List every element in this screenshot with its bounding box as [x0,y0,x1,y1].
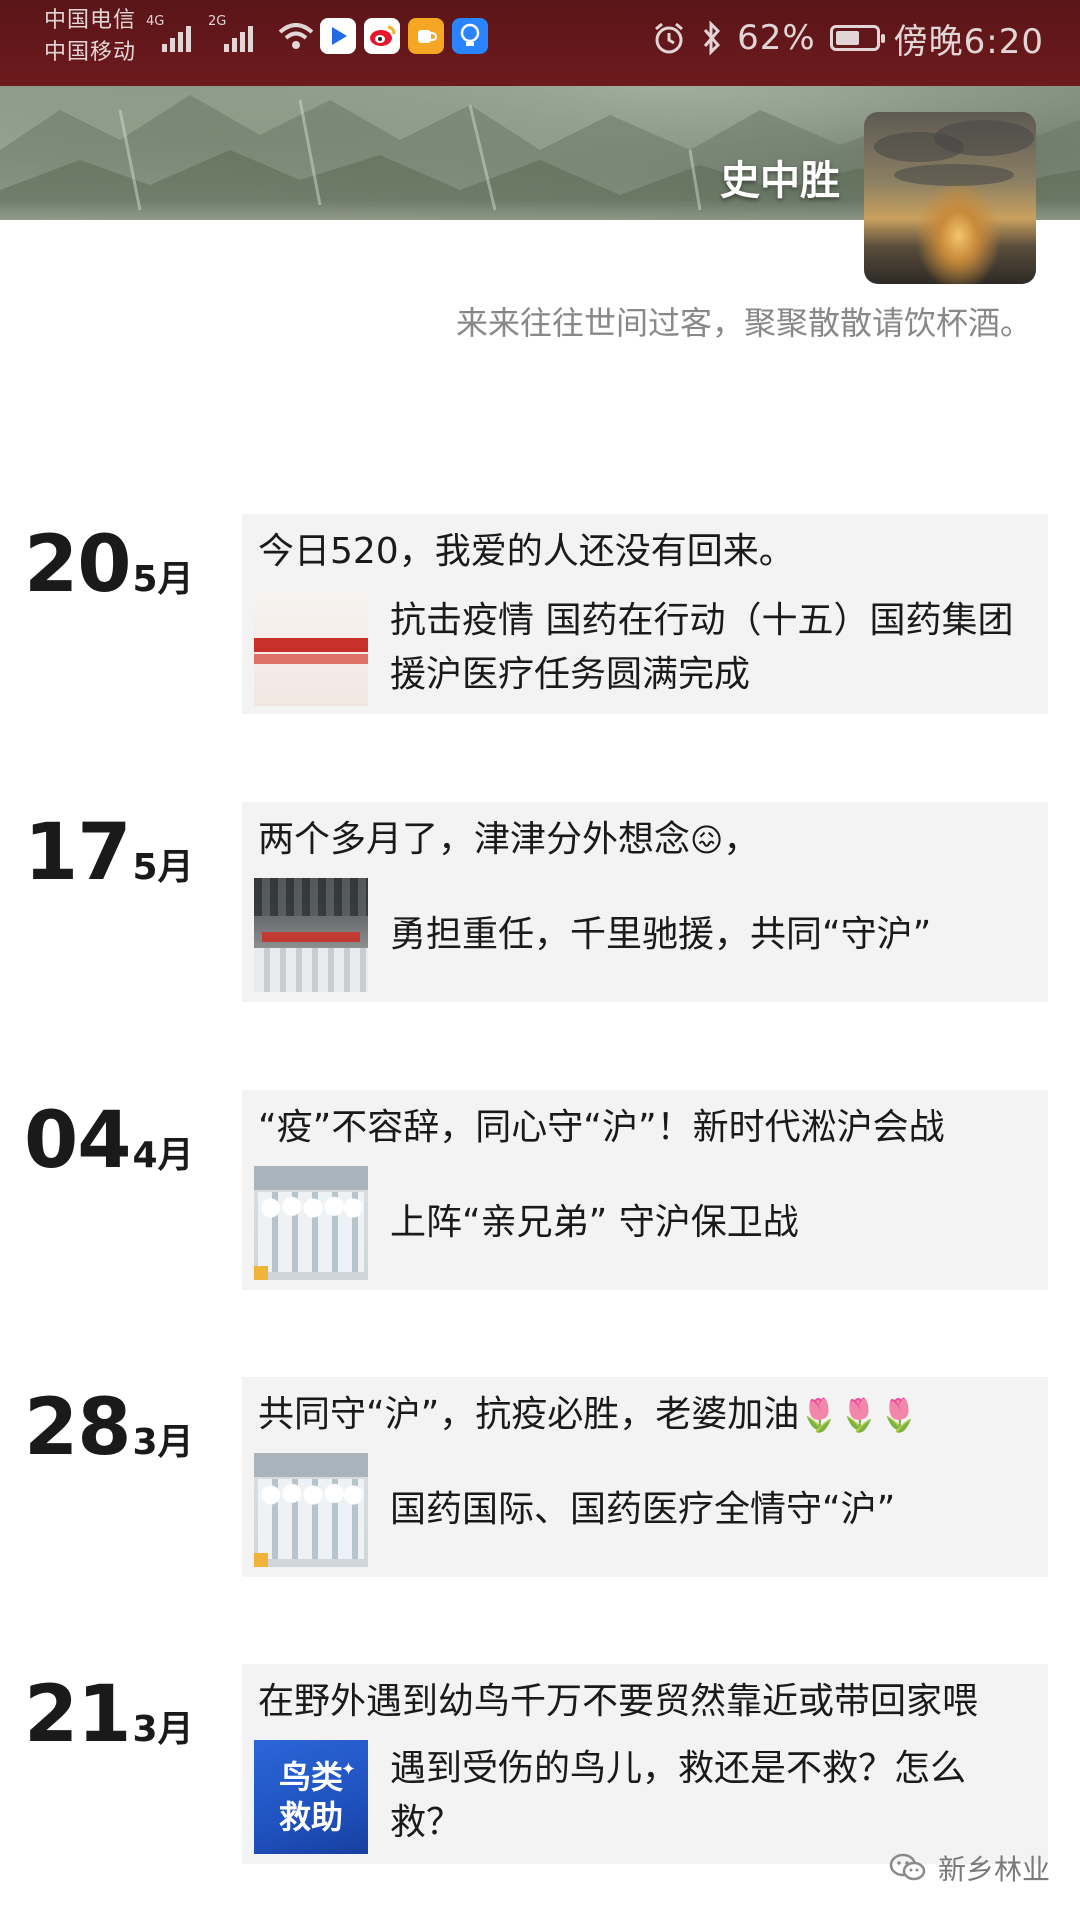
carrier-label-2: 中国移动 [44,40,137,65]
post-date: 17 5月 [24,808,194,898]
post-date-month: 5月 [132,559,194,600]
shared-link-title: 上阵“亲兄弟” 守沪保卫战 [390,1202,799,1243]
status-right-group: 62% 傍晚6:20 [651,16,1044,62]
post-card[interactable]: 共同守“沪”，抗疫必胜，老婆加油🌷🌷🌷 国药国际、国药医疗全情守“沪” [242,1377,1048,1577]
post-card[interactable]: 今日520，我爱的人还没有回来。 抗击疫情 国药在行动（十五）国药集团援沪医疗任… [242,514,1048,714]
post-text: 共同守“沪”，抗疫必胜，老婆加油🌷🌷🌷 [258,1391,1032,1439]
post-card[interactable]: 在野外遇到幼鸟千万不要贸然靠近或带回家喂 ✦ 鸟类 救助 遇到受伤的鸟儿，救还是… [242,1664,1048,1864]
team-thumbnail [254,1453,368,1567]
post-text: 在野外遇到幼鸟千万不要贸然靠近或带回家喂 [258,1681,979,1722]
banner-thumbnail [254,592,368,706]
shared-link-title: 遇到受伤的鸟儿，救还是不救？怎么救？ [390,1748,967,1843]
timeline-post[interactable]: 21 3月 在野外遇到幼鸟千万不要贸然靠近或带回家喂 ✦ 鸟类 救助 遇到受伤的… [0,1664,1080,1864]
video-app-icon [320,18,356,54]
battery-percent: 62% [737,18,816,58]
weibo-icon [364,18,400,54]
post-date-month: 5月 [132,847,194,888]
post-text: 今日520，我爱的人还没有回来。 [258,531,795,572]
post-text-tail: ， [723,819,760,860]
post-date: 20 5月 [24,520,194,610]
post-date-month: 4月 [132,1135,194,1176]
post-date-day: 20 [24,520,132,610]
thumbnail-line-1: 鸟类 [278,1758,343,1796]
avatar[interactable] [864,112,1036,284]
shared-link-title: 勇担重任，千里驰援，共同“守沪” [390,914,932,955]
battery-level-fill [835,31,860,45]
face-emoji-icon: 😖 [690,821,724,859]
post-date-day: 17 [24,808,132,898]
post-date-month: 3月 [132,1422,194,1463]
timeline-post[interactable]: 04 4月 “疫”不容辞，同心守“沪”！新时代淞沪会战 上阵“亲兄弟” 守沪保卫… [0,1090,1080,1290]
cup-app-icon [408,18,444,54]
team-thumbnail [254,1166,368,1280]
tulip-emoji-icon: 🌷🌷🌷 [799,1396,919,1434]
account-watermark: 新乡林业 [888,1848,1050,1888]
post-text-body: 两个多月了，津津分外想念 [258,819,691,860]
profile-signature: 来来往往世间过客，聚聚散散请饮杯酒。 [455,304,1032,342]
wifi-icon [278,23,314,49]
hall-thumbnail [254,878,368,992]
post-date-month: 3月 [132,1709,194,1750]
status-clock: 傍晚6:20 [893,21,1044,62]
watermark-text: 新乡林业 [937,1853,1050,1886]
timeline-post[interactable]: 28 3月 共同守“沪”，抗疫必胜，老婆加油🌷🌷🌷 国药国际、国药医疗全情守“沪… [0,1377,1080,1577]
shared-link-title: 国药国际、国药医疗全情守“沪” [390,1489,896,1530]
post-date-day: 28 [24,1383,132,1473]
post-card[interactable]: “疫”不容辞，同心守“沪”！新时代淞沪会战 上阵“亲兄弟” 守沪保卫战 [242,1090,1048,1290]
bulb-app-icon [452,18,488,54]
timeline-post[interactable]: 17 5月 两个多月了，津津分外想念😖， 勇担重任，千里驰援，共同“守沪” [0,802,1080,1002]
status-bar: 中国电信 中国移动 4G 2G 62% 傍晚6:20 [0,0,1080,86]
post-date-day: 21 [24,1670,132,1760]
signal-icon [224,26,253,52]
post-date: 21 3月 [24,1670,194,1760]
post-card[interactable]: 两个多月了，津津分外想念😖， 勇担重任，千里驰援，共同“守沪” [242,802,1048,1002]
post-text: “疫”不容辞，同心守“沪”！新时代淞沪会战 [258,1107,945,1148]
timeline-post[interactable]: 20 5月 今日520，我爱的人还没有回来。 抗击疫情 国药在行动（十五）国药集… [0,514,1080,714]
thumbnail-line-2: 救助 [278,1798,343,1836]
post-text-body: 共同守“沪”，抗疫必胜，老婆加油 [258,1394,800,1435]
shared-link-title: 抗击疫情 国药在行动（十五）国药集团援沪医疗任务圆满完成 [390,600,1014,695]
post-date: 04 4月 [24,1096,194,1186]
profile-name[interactable]: 史中胜 [720,148,840,206]
post-date: 28 3月 [24,1383,194,1473]
post-date-day: 04 [24,1096,132,1186]
wechat-icon [889,1853,926,1881]
alarm-icon [655,22,684,54]
bird-thumbnail: ✦ 鸟类 救助 [254,1740,368,1854]
signal-icon [162,26,191,52]
carrier-label-1: 中国电信 [44,8,137,33]
battery-icon [829,25,885,51]
sparkle-icon: ✦ [340,1759,356,1780]
bluetooth-icon [703,20,721,56]
post-text: 两个多月了，津津分外想念😖， [258,816,1032,864]
